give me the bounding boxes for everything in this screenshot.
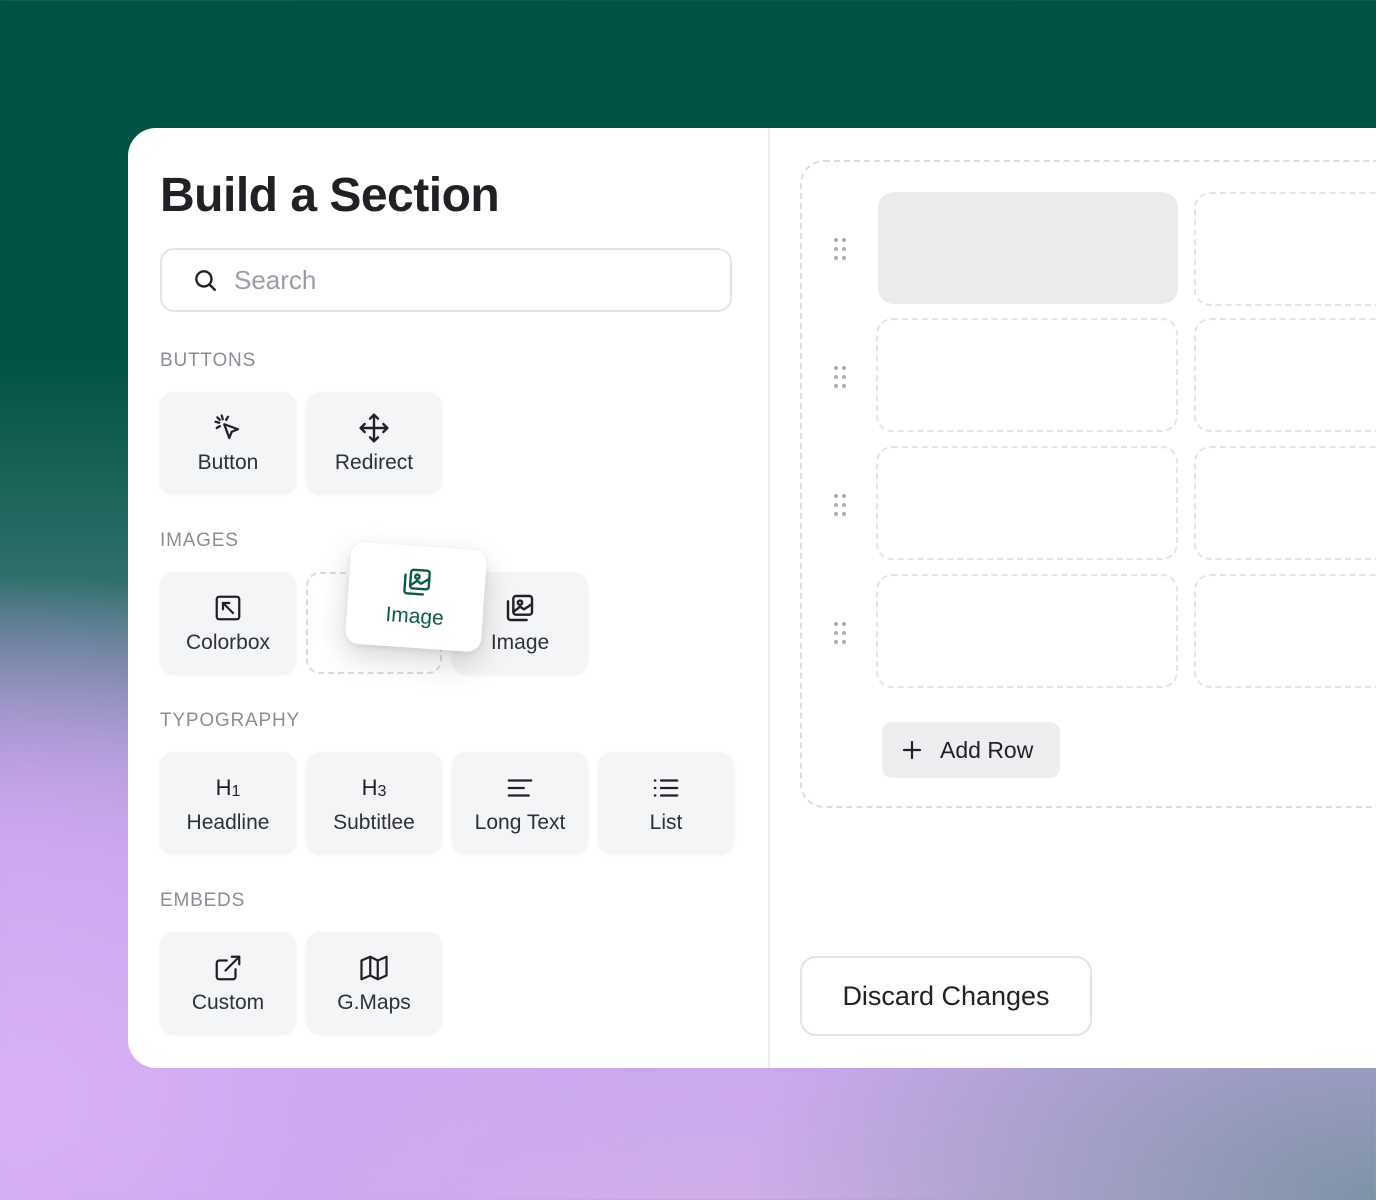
grid-cell[interactable] <box>1194 192 1376 306</box>
tile-label: Button <box>197 451 259 474</box>
builder-card: Build a Section Search BUTTONS Button Re… <box>128 128 1376 1068</box>
tile-label: Long Text <box>474 811 566 834</box>
image-stack-icon <box>506 594 534 622</box>
h1-icon: H1 <box>215 775 241 800</box>
tile-label: Headline <box>186 811 270 834</box>
add-row-label: Add Row <box>940 736 1034 763</box>
image-stack-icon <box>403 568 431 596</box>
component-tile-list[interactable]: List <box>598 752 734 854</box>
plus-icon <box>902 740 922 760</box>
tile-label: Image <box>490 631 550 654</box>
component-tile-gmaps[interactable]: G.Maps <box>306 932 442 1034</box>
section-label-embeds: EMBEDS <box>160 890 246 911</box>
component-tile-subtitle[interactable]: H3 Subtitlee <box>306 752 442 854</box>
add-row-button[interactable]: Add Row <box>882 722 1060 778</box>
grid-cell[interactable] <box>1194 574 1376 688</box>
section-label-images: IMAGES <box>160 530 239 551</box>
section-canvas: Add Row <box>800 160 1376 808</box>
search-placeholder: Search <box>234 264 317 295</box>
list-icon <box>653 779 679 797</box>
grid-cell[interactable] <box>876 574 1178 688</box>
tile-label: Custom <box>191 991 265 1014</box>
drag-handle-icon[interactable] <box>832 620 848 646</box>
tile-label: Redirect <box>334 451 414 474</box>
component-panel: Build a Section Search BUTTONS Button Re… <box>128 128 768 1068</box>
map-icon <box>360 955 388 981</box>
component-tile-redirect[interactable]: Redirect <box>306 392 442 494</box>
component-tile-long-text[interactable]: Long Text <box>452 752 588 854</box>
grid-cell[interactable] <box>876 318 1178 432</box>
h3-icon: H3 <box>361 775 387 800</box>
cursor-click-icon <box>214 414 240 440</box>
drag-handle-icon[interactable] <box>832 236 848 262</box>
section-label-typography: TYPOGRAPHY <box>160 710 300 731</box>
expand-box-icon <box>215 595 241 621</box>
component-tile-colorbox[interactable]: Colorbox <box>160 572 296 674</box>
grid-cell[interactable] <box>876 446 1178 560</box>
component-tile-custom[interactable]: Custom <box>160 932 296 1034</box>
section-label-buttons: BUTTONS <box>160 350 257 371</box>
drag-handle-icon[interactable] <box>832 364 848 390</box>
drag-handle-icon[interactable] <box>832 492 848 518</box>
component-tile-button[interactable]: Button <box>160 392 296 494</box>
canvas-panel: Add Row Discard Changes <box>770 128 1376 1068</box>
align-left-icon <box>507 779 533 797</box>
grid-cell[interactable] <box>1194 318 1376 432</box>
move-arrows-icon <box>359 413 389 443</box>
tile-label: Subtitlee <box>333 811 415 834</box>
tile-label: List <box>649 811 683 834</box>
grid-cell[interactable] <box>1194 446 1376 560</box>
tile-label: Colorbox <box>185 631 271 654</box>
component-tile-headline[interactable]: H1 Headline <box>160 752 296 854</box>
tile-label: Image <box>384 602 445 630</box>
grid-cell-filled[interactable] <box>878 192 1178 304</box>
discard-changes-button[interactable]: Discard Changes <box>800 956 1092 1036</box>
tile-label: G.Maps <box>337 991 411 1014</box>
dragging-tile-image[interactable]: Image <box>344 541 488 653</box>
external-link-icon <box>215 955 241 981</box>
search-icon <box>195 270 216 291</box>
page-title: Build a Section <box>160 169 500 222</box>
search-input[interactable]: Search <box>160 248 732 312</box>
